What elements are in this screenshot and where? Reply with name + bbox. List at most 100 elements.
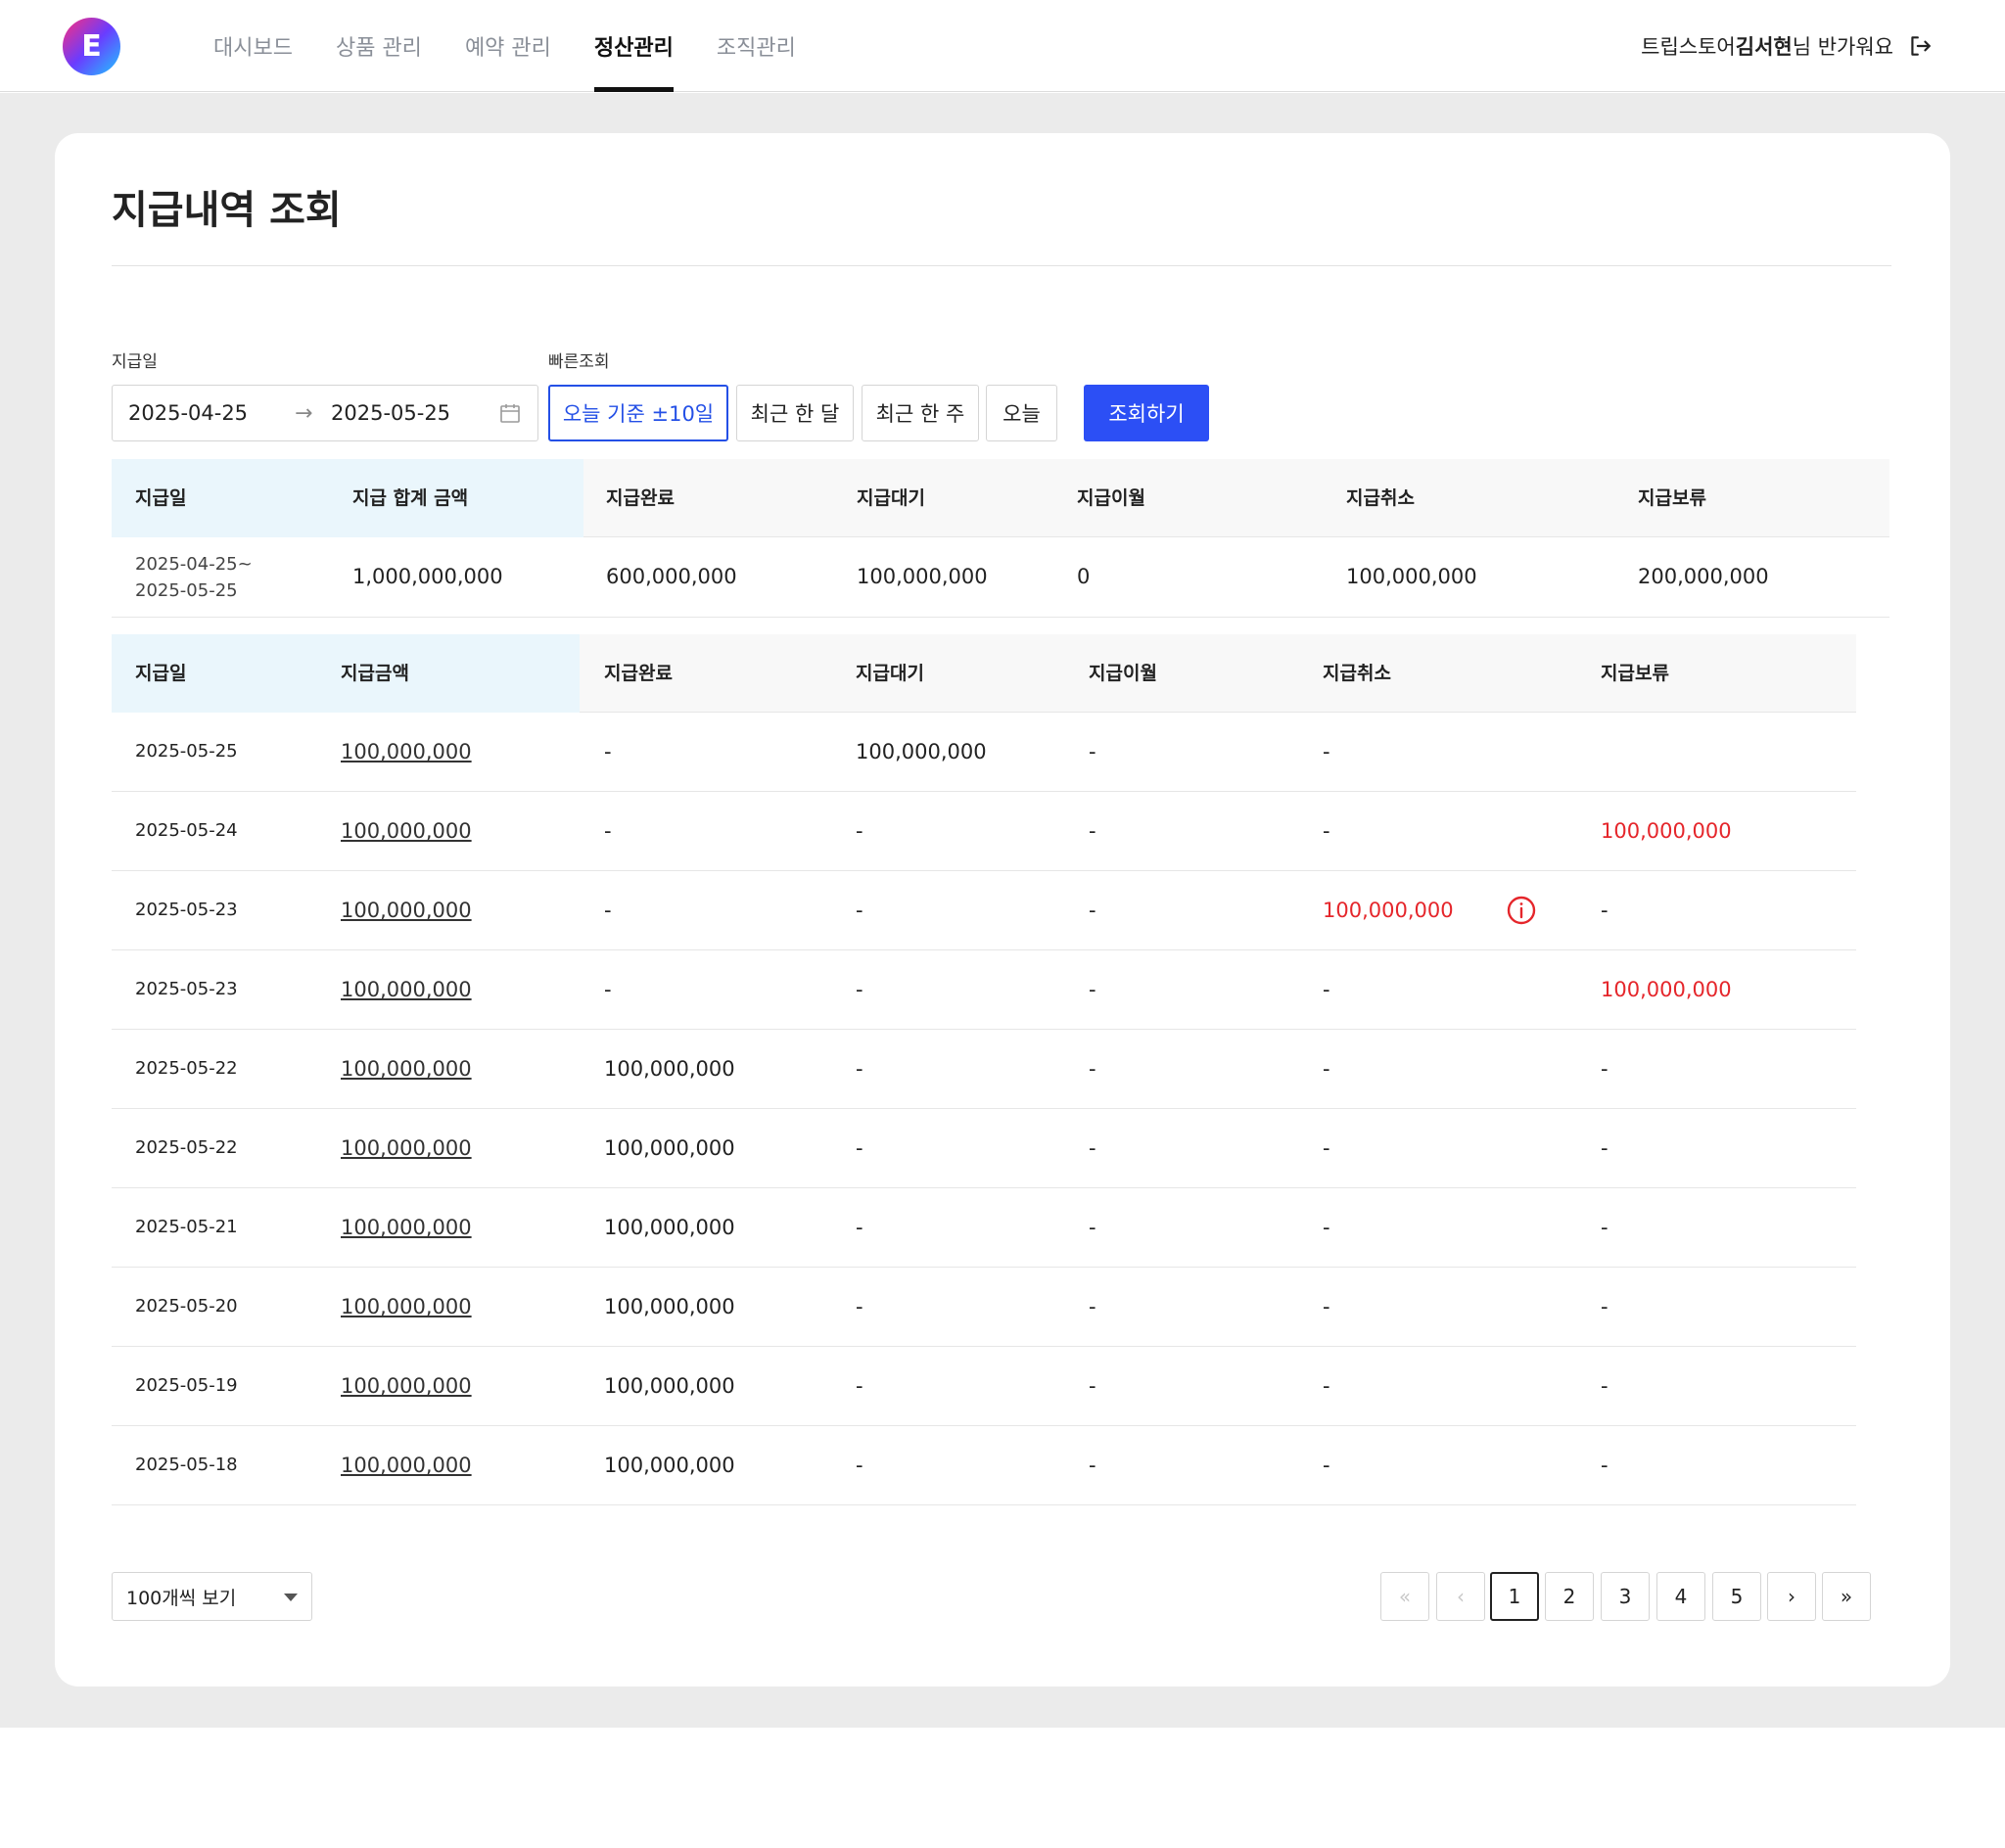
row-completed: 100,000,000: [604, 1295, 735, 1318]
page-button-3[interactable]: 3: [1601, 1572, 1650, 1621]
main-card: 지급내역 조회 지급일 빠른조회 2025-04-25 → 2025-05-25…: [55, 133, 1950, 1686]
row-amount-link[interactable]: 100,000,000: [341, 1268, 472, 1346]
row-cancelled: -: [1323, 740, 1330, 763]
col-header: 지급 합계 금액: [352, 487, 469, 509]
row-date: 2025-05-19: [135, 1375, 238, 1396]
per-page-value: 100개씩 보기: [126, 1587, 237, 1609]
row-cancelled: -: [1323, 1374, 1330, 1398]
user-greeting: 트립스토어 김서현 님 반가워요: [1641, 0, 1933, 92]
page-button-5[interactable]: 5: [1712, 1572, 1761, 1621]
nav-organization[interactable]: 조직관리: [695, 0, 817, 92]
logo[interactable]: E: [63, 18, 120, 75]
page-button-1[interactable]: 1: [1490, 1572, 1539, 1621]
summary-pending: 100,000,000: [857, 565, 988, 588]
user-prefix: 트립스토어: [1641, 35, 1736, 59]
summary-row: 2025-04-25~ 2025-05-25 1,000,000,000 600…: [112, 537, 1889, 618]
start-date-field[interactable]: 2025-04-25: [128, 401, 248, 425]
row-cancelled: -: [1323, 1136, 1330, 1160]
col-header: 지급이월: [1089, 663, 1157, 684]
quick-today-button[interactable]: 오늘: [986, 385, 1057, 441]
nav-settlement[interactable]: 정산관리: [573, 0, 695, 92]
row-carried: -: [1089, 1057, 1096, 1081]
row-cancelled: 100,000,000: [1323, 899, 1454, 922]
row-pending: -: [856, 1136, 863, 1160]
info-icon[interactable]: [1506, 895, 1537, 926]
row-completed: 100,000,000: [604, 1057, 735, 1081]
row-pending: 100,000,000: [856, 740, 987, 763]
row-amount-link[interactable]: 100,000,000: [341, 792, 472, 870]
row-amount-link[interactable]: 100,000,000: [341, 713, 472, 791]
logout-icon[interactable]: [1907, 33, 1933, 59]
caret-down-icon: [284, 1594, 298, 1601]
end-date-field[interactable]: 2025-05-25: [331, 401, 450, 425]
row-date: 2025-05-24: [135, 820, 238, 841]
quick-filter-label: 빠른조회: [548, 352, 610, 372]
quick-10days-button[interactable]: 오늘 기준 ±10일: [548, 385, 728, 441]
row-amount-link[interactable]: 100,000,000: [341, 1030, 472, 1108]
last-page-button[interactable]: »: [1822, 1572, 1871, 1621]
row-amount-link[interactable]: 100,000,000: [341, 1188, 472, 1267]
row-amount-link[interactable]: 100,000,000: [341, 1347, 472, 1425]
search-button[interactable]: 조회하기: [1084, 385, 1209, 441]
table-row: 2025-05-19 100,000,000 100,000,000 - - -…: [112, 1347, 1856, 1426]
row-carried: -: [1089, 1454, 1096, 1477]
row-amount-link[interactable]: 100,000,000: [341, 1426, 472, 1504]
row-pending: -: [856, 1454, 863, 1477]
row-cancelled: -: [1323, 1454, 1330, 1477]
row-held: -: [1601, 1216, 1609, 1239]
row-cancelled: -: [1323, 1295, 1330, 1318]
nav-products[interactable]: 상품 관리: [314, 0, 443, 92]
user-suffix: 님 반가워요: [1792, 35, 1893, 59]
first-page-button[interactable]: «: [1380, 1572, 1429, 1621]
page-button-2[interactable]: 2: [1545, 1572, 1594, 1621]
row-date: 2025-05-23: [135, 979, 238, 999]
table-row: 2025-05-24 100,000,000 - - - - 100,000,0…: [112, 792, 1856, 871]
quick-month-button[interactable]: 최근 한 달: [736, 385, 854, 441]
summary-table-header: 지급일 지급 합계 금액 지급완료 지급대기 지급이월 지급취소 지급보류: [112, 459, 1889, 537]
summary-cancelled: 100,000,000: [1346, 565, 1477, 588]
top-header: E 대시보드 상품 관리 예약 관리 정산관리 조직관리 트립스토어 김서현 님 반…: [0, 0, 2005, 92]
row-completed: 100,000,000: [604, 1374, 735, 1398]
prev-page-button[interactable]: ‹: [1436, 1572, 1485, 1621]
row-held: -: [1601, 899, 1609, 922]
row-date: 2025-05-22: [135, 1058, 238, 1079]
row-pending: -: [856, 1374, 863, 1398]
per-page-select[interactable]: 100개씩 보기: [112, 1572, 312, 1621]
nav-dashboard[interactable]: 대시보드: [192, 0, 314, 92]
row-completed: -: [604, 740, 612, 763]
col-header: 지급취소: [1323, 663, 1391, 684]
row-carried: -: [1089, 978, 1096, 1001]
row-amount-link[interactable]: 100,000,000: [341, 950, 472, 1029]
col-header: 지급대기: [857, 487, 925, 509]
row-pending: -: [856, 1295, 863, 1318]
row-date: 2025-05-25: [135, 741, 238, 762]
col-header: 지급일: [135, 487, 187, 509]
user-name: 김서현: [1735, 35, 1793, 59]
calendar-icon[interactable]: [498, 401, 522, 425]
row-completed: 100,000,000: [604, 1216, 735, 1239]
summary-carried: 0: [1077, 565, 1091, 588]
row-carried: -: [1089, 1216, 1096, 1239]
col-header: 지급완료: [606, 487, 675, 509]
row-cancelled: -: [1323, 978, 1330, 1001]
next-page-button[interactable]: ›: [1767, 1572, 1816, 1621]
row-held: 100,000,000: [1601, 819, 1732, 843]
row-completed: -: [604, 899, 612, 922]
row-carried: -: [1089, 740, 1096, 763]
row-amount-link[interactable]: 100,000,000: [341, 871, 472, 949]
nav-reservations[interactable]: 예약 관리: [443, 0, 573, 92]
divider: [112, 265, 1891, 266]
date-range-picker[interactable]: 2025-04-25 → 2025-05-25: [112, 385, 538, 441]
row-date: 2025-05-22: [135, 1137, 238, 1158]
row-held: -: [1601, 1454, 1609, 1477]
col-header: 지급일: [135, 663, 187, 684]
row-pending: -: [856, 819, 863, 843]
row-amount-link[interactable]: 100,000,000: [341, 1109, 472, 1187]
row-held: -: [1601, 1295, 1609, 1318]
page-button-4[interactable]: 4: [1656, 1572, 1705, 1621]
row-carried: -: [1089, 1136, 1096, 1160]
col-header: 지급보류: [1638, 487, 1706, 509]
table-row: 2025-05-25 100,000,000 - 100,000,000 - -: [112, 713, 1856, 792]
detail-table-body: 2025-05-25 100,000,000 - 100,000,000 - -…: [112, 713, 1856, 1505]
quick-week-button[interactable]: 최근 한 주: [862, 385, 979, 441]
